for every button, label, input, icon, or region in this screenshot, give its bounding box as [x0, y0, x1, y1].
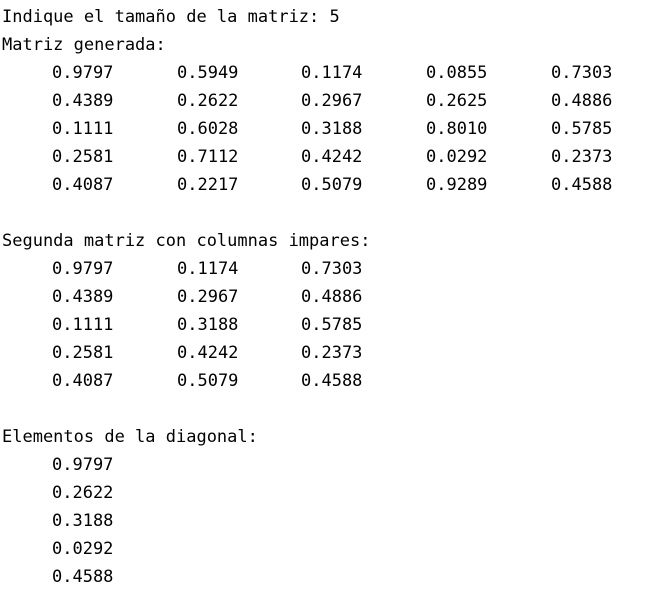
matrix-cell: 0.4087 [52, 175, 114, 195]
matrix-row: 0.1111 0.3188 0.5785 [2, 311, 652, 339]
matrix-cell: 0.5949 [177, 63, 239, 83]
matrix-cell: 0.2625 [426, 91, 488, 111]
size-prompt-label: Indique el tamaño de la matriz: [2, 7, 320, 27]
odd-columns-matrix: 0.9797 0.1174 0.7303 0.4389 0.2967 0.488… [2, 255, 652, 395]
matrix-cell: 0.5079 [301, 175, 363, 195]
matrix-cell: 0.2581 [52, 147, 114, 167]
odd-columns-matrix-title: Segunda matriz con columnas impares: [2, 231, 371, 251]
matrix-cell: 0.5079 [177, 371, 239, 391]
diagonal-row: 0.0292 [2, 535, 652, 563]
matrix-cell: 0.1111 [52, 119, 114, 139]
matrix-row: 0.4087 0.2217 0.5079 0.9289 0.4588 [2, 171, 652, 199]
matrix-cell: 0.4588 [301, 371, 363, 391]
matrix-cell: 0.9797 [52, 63, 114, 83]
matrix-row: 0.9797 0.5949 0.1174 0.0855 0.7303 [2, 59, 652, 87]
matrix-cell: 0.4242 [301, 147, 363, 167]
diagonal-value: 0.2622 [52, 483, 114, 503]
matrix-cell: 0.4886 [301, 287, 363, 307]
diagonal-value: 0.0292 [52, 539, 114, 559]
matrix-row: 0.9797 0.1174 0.7303 [2, 255, 652, 283]
matrix-cell: 0.8010 [426, 119, 488, 139]
diagonal-row: 0.4588 [2, 563, 652, 591]
matrix-cell: 0.4242 [177, 343, 239, 363]
matrix-cell: 0.7303 [551, 63, 613, 83]
diagonal-row: 0.9797 [2, 451, 652, 479]
matrix-cell: 0.4588 [551, 175, 613, 195]
matrix-cell: 0.4389 [52, 91, 114, 111]
diagonal-title: Elementos de la diagonal: [2, 427, 258, 447]
matrix-cell: 0.3188 [177, 315, 239, 335]
diagonal-row: 0.2622 [2, 479, 652, 507]
diagonal-value: 0.9797 [52, 455, 114, 475]
matrix-cell: 0.5785 [301, 315, 363, 335]
matrix-cell: 0.1174 [177, 259, 239, 279]
matrix-cell: 0.7112 [177, 147, 239, 167]
matrix-cell: 0.1111 [52, 315, 114, 335]
matrix-cell: 0.3188 [301, 119, 363, 139]
matrix-cell: 0.2373 [301, 343, 363, 363]
matrix-cell: 0.2373 [551, 147, 613, 167]
matrix-cell: 0.4886 [551, 91, 613, 111]
matrix-cell: 0.2217 [177, 175, 239, 195]
size-prompt-value: 5 [329, 7, 340, 27]
size-prompt-line: Indique el tamaño de la matriz: 5 [2, 3, 652, 31]
matrix-cell: 0.7303 [301, 259, 363, 279]
generated-matrix-title: Matriz generada: [2, 35, 166, 55]
matrix-row: 0.4389 0.2622 0.2967 0.2625 0.4886 [2, 87, 652, 115]
matrix-row: 0.4087 0.5079 0.4588 [2, 367, 652, 395]
console-output: Indique el tamaño de la matriz: 5 Matriz… [2, 3, 652, 591]
matrix-cell: 0.9797 [52, 259, 114, 279]
matrix-cell: 0.2967 [301, 91, 363, 111]
matrix-cell: 0.2622 [177, 91, 239, 111]
matrix-row: 0.2581 0.7112 0.4242 0.0292 0.2373 [2, 143, 652, 171]
matrix-cell: 0.9289 [426, 175, 488, 195]
matrix-row: 0.4389 0.2967 0.4886 [2, 283, 652, 311]
diagonal-list: 0.9797 0.2622 0.3188 0.0292 0.4588 [2, 451, 652, 591]
generated-matrix: 0.9797 0.5949 0.1174 0.0855 0.7303 0.438… [2, 59, 652, 199]
matrix-row: 0.1111 0.6028 0.3188 0.8010 0.5785 [2, 115, 652, 143]
matrix-cell: 0.2967 [177, 287, 239, 307]
diagonal-row: 0.3188 [2, 507, 652, 535]
matrix-cell: 0.1174 [301, 63, 363, 83]
matrix-row: 0.2581 0.4242 0.2373 [2, 339, 652, 367]
matrix-cell: 0.4087 [52, 371, 114, 391]
matrix-cell: 0.0292 [426, 147, 488, 167]
diagonal-value: 0.4588 [52, 567, 114, 587]
diagonal-value: 0.3188 [52, 511, 114, 531]
matrix-cell: 0.4389 [52, 287, 114, 307]
matrix-cell: 0.5785 [551, 119, 613, 139]
matrix-cell: 0.2581 [52, 343, 114, 363]
matrix-cell: 0.6028 [177, 119, 239, 139]
matrix-cell: 0.0855 [426, 63, 488, 83]
